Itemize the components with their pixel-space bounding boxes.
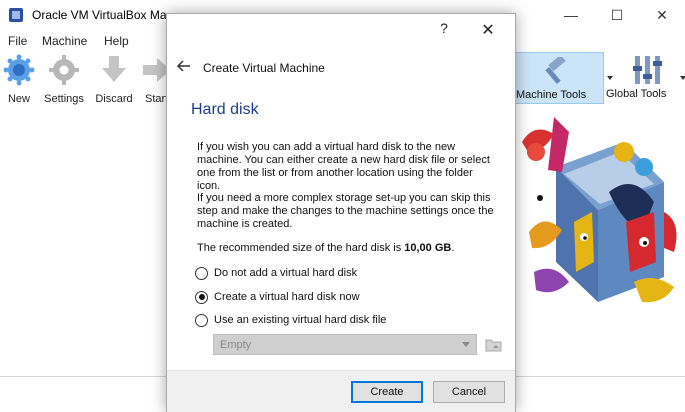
new-label: New [7, 93, 30, 105]
new-button[interactable]: New [0, 54, 44, 105]
virtualbox-mascots-illustration [522, 117, 677, 303]
discard-label: Discard [95, 93, 133, 105]
radio-no-hard-disk[interactable]: Do not add a virtual hard disk [195, 265, 357, 281]
dialog-heading: Create Virtual Machine [203, 61, 325, 75]
global-tools-dropdown[interactable] [680, 52, 685, 104]
help-button[interactable]: ? [429, 20, 459, 40]
radio-button[interactable] [195, 313, 208, 327]
radio-label: Use an existing virtual hard disk file [214, 314, 387, 326]
settings-button[interactable]: Settings [39, 54, 89, 105]
recommended-size-prefix: The recommended size of the hard disk is [197, 242, 405, 254]
discard-button[interactable]: Discard [89, 54, 139, 105]
global-tools-label: Global Tools [606, 88, 667, 100]
radio-button[interactable] [195, 266, 208, 280]
global-tools-icon [633, 56, 662, 84]
tools-switcher: Machine Tools Global Tools [514, 52, 685, 108]
intro-paragraph: If you wish you can add a virtual hard d… [197, 141, 490, 192]
dialog-footer: Create Cancel [167, 370, 515, 412]
file-select-value: Empty [220, 339, 252, 351]
discard-arrow-down-icon [102, 56, 126, 82]
create-vm-dialog: ? ✕ Create Virtual Machine Hard disk If … [166, 13, 516, 412]
radio-button-selected[interactable] [195, 290, 208, 304]
start-arrow-right-icon [143, 58, 166, 82]
settings-label: Settings [44, 93, 84, 105]
virtualbox-app-icon [9, 8, 23, 22]
radio-create-hard-disk[interactable]: Create a virtual hard disk now [195, 289, 360, 305]
machine-tools-button[interactable]: Machine Tools [514, 52, 604, 104]
radio-existing-hard-disk[interactable]: Use an existing virtual hard disk file [195, 312, 386, 328]
hard-disk-file-select[interactable]: Empty [213, 334, 477, 355]
recommended-size-value: 10,00 GB [404, 242, 452, 254]
advanced-paragraph: If you need a more complex storage set-u… [197, 192, 494, 230]
menu-file[interactable]: File [8, 34, 27, 48]
start-button[interactable]: Start [135, 54, 166, 104]
minimize-button[interactable]: — [548, 0, 594, 30]
folder-icon[interactable] [485, 336, 503, 353]
menu-machine[interactable]: Machine [42, 34, 87, 48]
new-machine-icon [3, 54, 35, 86]
recommended-size-suffix: . [451, 242, 455, 254]
page-title: Hard disk [191, 101, 259, 118]
maximize-button[interactable]: ☐ [594, 0, 640, 30]
global-tools-button[interactable]: Global Tools [606, 52, 680, 104]
recommended-size-text: The recommended size of the hard disk is… [197, 242, 454, 254]
gear-icon [49, 55, 79, 85]
machine-list-pane [0, 108, 166, 378]
close-dialog-button[interactable]: ✕ [473, 20, 503, 40]
dialog-title-bar: ? ✕ [167, 14, 515, 44]
window-title: Oracle VM VirtualBox Manager [32, 8, 166, 22]
chevron-down-icon [607, 76, 613, 80]
machine-tools-label: Machine Tools [516, 89, 587, 101]
create-button[interactable]: Create [351, 381, 423, 403]
chevron-down-icon [462, 342, 470, 347]
hammer-icon [545, 57, 566, 84]
chevron-down-icon [680, 76, 685, 80]
menu-help[interactable]: Help [104, 34, 129, 48]
cancel-button[interactable]: Cancel [433, 381, 505, 403]
start-label: Start [145, 93, 166, 104]
radio-label: Do not add a virtual hard disk [214, 267, 358, 279]
radio-label: Create a virtual hard disk now [214, 291, 360, 303]
back-arrow-icon[interactable] [175, 57, 193, 75]
close-window-button[interactable]: ✕ [639, 0, 685, 30]
